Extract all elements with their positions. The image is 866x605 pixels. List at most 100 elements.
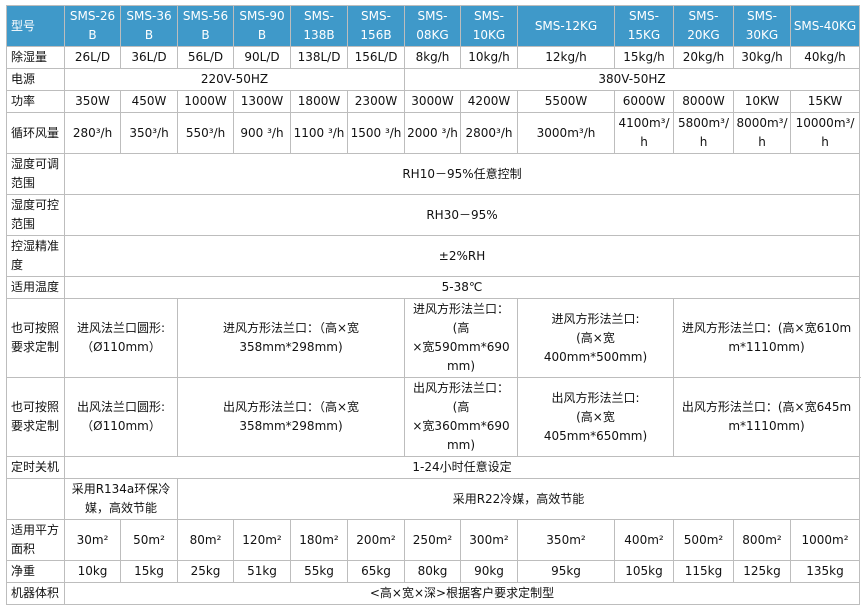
value-cell: 15kg — [120, 560, 178, 583]
value-cell: 350m² — [517, 519, 615, 561]
value-cell: 115kg — [673, 560, 734, 583]
model-cell: SMS- 30KG — [733, 5, 791, 47]
temperature-value: 5-38℃ — [64, 276, 860, 299]
outlet-spec: 出风方形法兰口: (高×宽 405mm*650mm) — [517, 377, 674, 457]
dehumid-row: 除湿量 26L/D 36L/D 56L/D 90L/D 138L/D 156L/… — [6, 46, 860, 69]
model-cell: SMS-90B — [233, 5, 291, 47]
row-label: 电源 — [6, 68, 65, 91]
model-cell: SMS-36B — [120, 5, 178, 47]
value-cell: 15KW — [790, 90, 860, 113]
area-row: 适用平方 面积 30m² 50m² 80m² 120m² 180m² 200m²… — [6, 519, 860, 561]
refrigerant-row: 采用R134a环保冷 媒，高效节能 采用R22冷媒，高效节能 — [6, 478, 860, 520]
value-cell: 2800³/h — [460, 112, 518, 154]
value-cell: 1500 ³/h — [347, 112, 405, 154]
inlet-spec: 进风方形法兰口：(高 ×宽590mm*690mm) — [404, 298, 518, 378]
row-label — [6, 478, 65, 520]
precision-value: ±2%RH — [64, 235, 860, 277]
value-cell: 30kg/h — [733, 46, 791, 69]
value-cell: 1000m² — [790, 519, 860, 561]
outlet-spec: 出风方形法兰口：(高×宽645mm*1110mm) — [673, 377, 860, 457]
row-label: 定时关机 — [6, 456, 65, 479]
model-cell: SMS- 156B — [347, 5, 405, 47]
value-cell: 65kg — [347, 560, 405, 583]
value-cell: 10000m³/h — [790, 112, 860, 154]
row-label: 也可按照 要求定制 — [6, 377, 65, 457]
row-label: 适用平方 面积 — [6, 519, 65, 561]
value-cell: 4200W — [460, 90, 518, 113]
power-supply-220v: 220V-50HZ — [64, 68, 405, 91]
outlet-spec: 出风方形法兰口：(高 ×宽360mm*690mm) — [404, 377, 518, 457]
inlet-spec: 进风方形法兰口：（高×宽 358mm*298mm) — [177, 298, 405, 378]
spec-table: 型号 SMS-26B SMS-36B SMS-56B SMS-90B SMS- … — [6, 5, 860, 605]
inlet-row: 也可按照 要求定制 进风法兰口圆形: （Ø110mm） 进风方形法兰口：（高×宽… — [6, 298, 860, 378]
value-cell: 8000W — [673, 90, 734, 113]
value-cell: 1000W — [177, 90, 234, 113]
value-cell: 26L/D — [64, 46, 121, 69]
value-cell: 10kg — [64, 560, 121, 583]
row-label: 净重 — [6, 560, 65, 583]
value-cell: 5500W — [517, 90, 615, 113]
airflow-row: 循环风量 280³/h 350³/h 550³/h 900 ³/h 1100 ³… — [6, 112, 860, 154]
value-cell: 138L/D — [290, 46, 348, 69]
weight-row: 净重 10kg 15kg 25kg 51kg 55kg 65kg 80kg 90… — [6, 560, 860, 583]
value-cell: 90L/D — [233, 46, 291, 69]
row-label: 循环风量 — [6, 112, 65, 154]
value-cell: 2300W — [347, 90, 405, 113]
value-cell: 156L/D — [347, 46, 405, 69]
value-cell: 280³/h — [64, 112, 121, 154]
value-cell: 900 ³/h — [233, 112, 291, 154]
value-cell: 135kg — [790, 560, 860, 583]
model-cell: SMS- 20KG — [673, 5, 734, 47]
value-cell: 51kg — [233, 560, 291, 583]
row-label: 湿度可调 范围 — [6, 153, 65, 195]
value-cell: 3000m³/h — [517, 112, 615, 154]
value-cell: 80m² — [177, 519, 234, 561]
temperature-row: 适用温度 5-38℃ — [6, 276, 860, 299]
inlet-spec: 进风方形法兰口：(高×宽610mm*1110mm) — [673, 298, 860, 378]
value-cell: 1800W — [290, 90, 348, 113]
timer-row: 定时关机 1-24小时任意设定 — [6, 456, 860, 479]
value-cell: 10KW — [733, 90, 791, 113]
value-cell: 95kg — [517, 560, 615, 583]
humidity-control-value: RH30－95% — [64, 194, 860, 236]
power-supply-row: 电源 220V-50HZ 380V-50HZ — [6, 68, 860, 91]
value-cell: 36L/D — [120, 46, 178, 69]
power-supply-380v: 380V-50HZ — [404, 68, 860, 91]
value-cell: 30m² — [64, 519, 121, 561]
volume-value: <高×宽×深>根据客户要求定制型 — [64, 582, 860, 605]
model-cell: SMS- 138B — [290, 5, 348, 47]
inlet-spec: 进风法兰口圆形: （Ø110mm） — [64, 298, 178, 378]
value-cell: 50m² — [120, 519, 178, 561]
model-cell: SMS- 10KG — [460, 5, 518, 47]
model-cell: SMS-40KG — [790, 5, 860, 47]
value-cell: 2000 ³/h — [404, 112, 461, 154]
value-cell: 40kg/h — [790, 46, 860, 69]
value-cell: 1100 ³/h — [290, 112, 348, 154]
value-cell: 800m² — [733, 519, 791, 561]
row-label: 功率 — [6, 90, 65, 113]
value-cell: 80kg — [404, 560, 461, 583]
model-cell: SMS-12KG — [517, 5, 615, 47]
header-label: 型号 — [6, 5, 65, 47]
value-cell: 350³/h — [120, 112, 178, 154]
model-cell: SMS- 08KG — [404, 5, 461, 47]
value-cell: 90kg — [460, 560, 518, 583]
value-cell: 550³/h — [177, 112, 234, 154]
value-cell: 450W — [120, 90, 178, 113]
value-cell: 300m² — [460, 519, 518, 561]
value-cell: 25kg — [177, 560, 234, 583]
value-cell: 6000W — [614, 90, 674, 113]
outlet-spec: 出风法兰口圆形: （Ø110mm） — [64, 377, 178, 457]
row-label: 适用温度 — [6, 276, 65, 299]
model-cell: SMS-56B — [177, 5, 234, 47]
row-label: 机器体积 — [6, 582, 65, 605]
row-label: 控湿精准 度 — [6, 235, 65, 277]
model-cell: SMS-26B — [64, 5, 121, 47]
row-label: 也可按照 要求定制 — [6, 298, 65, 378]
power-row: 功率 350W 450W 1000W 1300W 1800W 2300W 300… — [6, 90, 860, 113]
value-cell: 8000m³/h — [733, 112, 791, 154]
volume-row: 机器体积 <高×宽×深>根据客户要求定制型 — [6, 582, 860, 605]
value-cell: 120m² — [233, 519, 291, 561]
value-cell: 1300W — [233, 90, 291, 113]
value-cell: 12kg/h — [517, 46, 615, 69]
